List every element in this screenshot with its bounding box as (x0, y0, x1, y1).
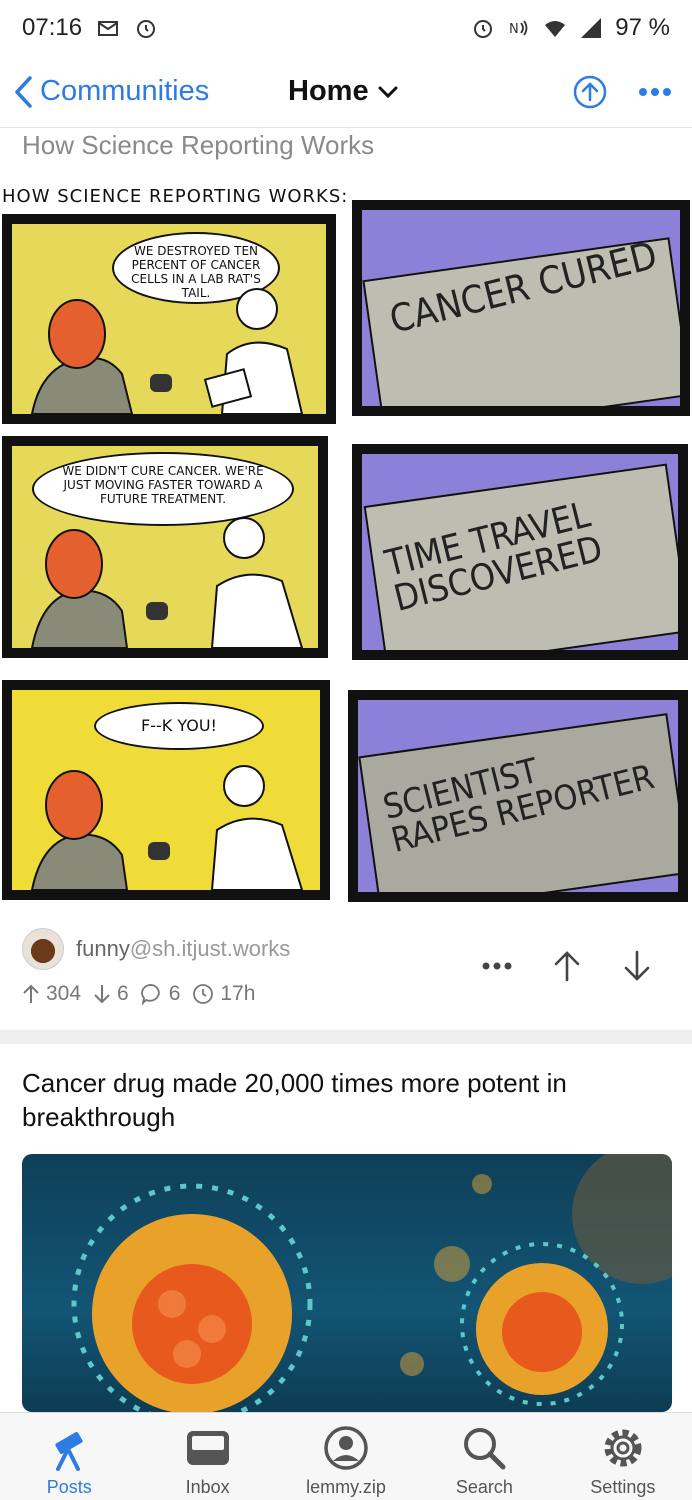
more-options-icon[interactable] (482, 962, 512, 970)
battery-level: 97 % (615, 14, 670, 41)
scroll-to-top-icon[interactable] (572, 74, 608, 110)
comment-count: 6 (168, 982, 181, 1005)
downvote-stat: 6 (93, 982, 129, 1006)
svg-text:N: N (509, 22, 519, 37)
comic-panel: WE DESTROYED TEN PERCENT OF CANCER CELLS… (2, 214, 336, 424)
post-actions (482, 950, 652, 982)
back-to-communities-button[interactable]: Communities (12, 75, 209, 109)
tab-label: Search (455, 1477, 513, 1497)
post-title[interactable]: How Science Reporting Works (22, 130, 374, 161)
downvote-count: 6 (117, 982, 129, 1005)
comic-figures (30, 288, 304, 414)
downvote-arrow-icon[interactable] (622, 950, 652, 982)
comic-figures (30, 765, 304, 890)
comic-panel: CANCER CURED (352, 200, 690, 416)
chevron-down-icon (378, 86, 398, 98)
back-label: Communities (40, 75, 210, 107)
tab-search[interactable]: Search (415, 1413, 553, 1500)
alarm-icon (474, 20, 493, 38)
tab-label: Inbox (185, 1477, 230, 1497)
upvote-count: 304 (46, 982, 82, 1005)
page-title: Home (288, 75, 369, 107)
community-avatar (22, 928, 64, 970)
post-community-row[interactable]: funny@sh.itjust.works (22, 928, 290, 970)
tab-settings[interactable]: Settings (554, 1413, 692, 1500)
top-nav-bar: Communities Home (0, 56, 692, 128)
chevron-left-icon (15, 75, 32, 108)
community-name: funny (76, 936, 130, 961)
tab-inbox[interactable]: Inbox (138, 1413, 276, 1500)
upvote-arrow-icon[interactable] (552, 950, 582, 982)
clock-icon (193, 984, 214, 1004)
wifi-icon (545, 21, 566, 37)
comic-panel: F--K YOU! (2, 680, 330, 900)
upvote-stat: 304 (22, 982, 81, 1006)
search-icon (464, 1428, 506, 1470)
post-age: 17h (220, 982, 256, 1005)
account-icon (324, 1426, 368, 1470)
bottom-tab-bar: Posts Inbox lemmy.zip Search Settings (0, 1412, 692, 1500)
downvote-small-icon (94, 985, 110, 1004)
tab-label: Posts (46, 1477, 92, 1497)
tab-posts[interactable]: Posts (0, 1413, 138, 1500)
comment-stat: 6 (140, 982, 181, 1006)
nanoparticle-illustration (71, 1154, 672, 1412)
tab-account[interactable]: lemmy.zip (277, 1413, 415, 1500)
post-stats: 304 6 6 17h (22, 982, 255, 1006)
telescope-icon (55, 1432, 83, 1471)
comic-panel: SCIENTIST RAPES REPORTER (348, 690, 688, 902)
status-bar: 07:16 N 97 % (0, 0, 692, 56)
post-title[interactable]: Cancer drug made 20,000 times more poten… (22, 1066, 662, 1134)
comic-figures (30, 517, 304, 648)
comic-panel: TIME TRAVEL DISCOVERED (352, 444, 688, 660)
comment-icon (140, 984, 160, 1005)
gear-icon (604, 1429, 642, 1467)
tab-label: lemmy.zip (306, 1477, 386, 1497)
status-time: 07:16 (22, 14, 83, 41)
community-instance: @sh.itjust.works (129, 936, 291, 961)
inbox-icon (186, 1431, 229, 1465)
tab-label: Settings (590, 1477, 656, 1497)
post-image-comic[interactable]: HOW SCIENCE REPORTING WORKS: WE DESTROYE… (0, 178, 692, 906)
signal-icon (581, 18, 602, 38)
nfc-icon: N (509, 20, 528, 37)
mail-icon (98, 21, 119, 36)
feed-selector[interactable]: Home (288, 75, 399, 108)
age-stat: 17h (192, 982, 255, 1006)
comic-panel: WE DIDN'T CURE CANCER. WE'RE JUST MOVING… (2, 436, 328, 658)
post-separator (0, 1030, 692, 1044)
comic-caption: HOW SCIENCE REPORTING WORKS: (2, 186, 349, 207)
upvote-small-icon (23, 984, 39, 1003)
more-options-icon[interactable] (638, 87, 672, 97)
post-image-nanoparticles[interactable] (22, 1154, 672, 1412)
alarm-icon (137, 20, 156, 38)
